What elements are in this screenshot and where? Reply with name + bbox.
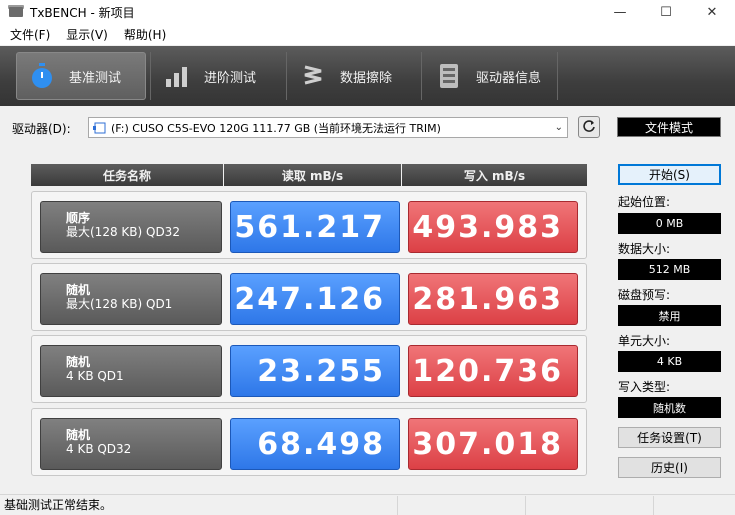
tab-label: 数据擦除 bbox=[340, 70, 393, 86]
table-row: 随机 最大(128 KB) QD1 247.126 281.963 bbox=[31, 263, 587, 331]
status-segment bbox=[526, 495, 654, 515]
menu-help[interactable]: 帮助(H) bbox=[114, 26, 172, 43]
tab-label: 基准测试 bbox=[69, 70, 122, 86]
task-params: 最大(128 KB) QD32 bbox=[66, 225, 180, 239]
table-row: 随机 4 KB QD32 68.498 307.018 bbox=[31, 408, 587, 476]
chevron-down-icon[interactable]: ⌄ bbox=[555, 122, 563, 133]
tab-advanced[interactable]: 进阶测试 bbox=[152, 52, 282, 100]
start-position-value[interactable]: 0 MB bbox=[618, 213, 721, 234]
minimize-button[interactable]: — bbox=[597, 0, 643, 24]
read-result: 247.126 bbox=[230, 273, 400, 325]
data-size-label: 数据大小: bbox=[618, 242, 671, 256]
task-type: 随机 bbox=[66, 355, 91, 369]
data-size-value[interactable]: 512 MB bbox=[618, 259, 721, 280]
task-settings-button[interactable]: 任务设置(T) bbox=[618, 427, 721, 448]
precondition-label: 磁盘预写: bbox=[618, 288, 671, 302]
erase-icon bbox=[300, 63, 326, 89]
tab-drive-info[interactable]: 驱动器信息 bbox=[424, 52, 556, 100]
task-type: 顺序 bbox=[66, 211, 91, 225]
app-icon bbox=[8, 5, 24, 19]
close-button[interactable]: ✕ bbox=[689, 0, 735, 24]
header-write: 写入 mB/s bbox=[402, 164, 587, 186]
start-button[interactable]: 开始(S) bbox=[618, 164, 721, 185]
header-task-name: 任务名称 bbox=[31, 164, 223, 186]
maximize-button[interactable]: ☐ bbox=[643, 0, 689, 24]
unit-size-label: 单元大小: bbox=[618, 334, 671, 348]
drive-icon bbox=[93, 122, 107, 134]
drive-info-icon bbox=[436, 63, 462, 89]
file-mode-button[interactable]: 文件模式 bbox=[617, 117, 721, 137]
refresh-icon bbox=[582, 119, 596, 136]
history-button[interactable]: 历史(I) bbox=[618, 457, 721, 478]
task-name-button[interactable]: 随机 最大(128 KB) QD1 bbox=[40, 273, 222, 325]
task-params: 4 KB QD1 bbox=[66, 369, 124, 383]
bar-chart-icon bbox=[164, 63, 190, 89]
drive-selected-value: (F:) CUSO C5S-EVO 120G 111.77 GB (当前环境无法… bbox=[111, 121, 441, 135]
write-result: 307.018 bbox=[408, 418, 578, 470]
header-read: 读取 mB/s bbox=[224, 164, 401, 186]
status-bar: 基础测试正常结束。 bbox=[0, 494, 735, 515]
read-result: 68.498 bbox=[230, 418, 400, 470]
tab-label: 驱动器信息 bbox=[476, 70, 542, 86]
precondition-value[interactable]: 禁用 bbox=[618, 305, 721, 326]
tab-benchmark[interactable]: 基准测试 bbox=[16, 52, 146, 100]
tab-label: 进阶测试 bbox=[204, 70, 257, 86]
task-name-button[interactable]: 随机 4 KB QD32 bbox=[40, 418, 222, 470]
title-bar: TxBENCH - 新项目 — ☐ ✕ bbox=[0, 0, 735, 24]
status-text: 基础测试正常结束。 bbox=[0, 495, 398, 515]
menu-file[interactable]: 文件(F) bbox=[0, 26, 56, 43]
read-result: 561.217 bbox=[230, 201, 400, 253]
menu-view[interactable]: 显示(V) bbox=[56, 26, 114, 43]
drive-label: 驱动器(D): bbox=[12, 121, 71, 136]
stopwatch-icon bbox=[29, 63, 55, 89]
window-title: TxBENCH - 新项目 bbox=[30, 5, 135, 20]
task-name-button[interactable]: 随机 4 KB QD1 bbox=[40, 345, 222, 397]
drive-select[interactable]: (F:) CUSO C5S-EVO 120G 111.77 GB (当前环境无法… bbox=[88, 117, 568, 138]
status-segment bbox=[398, 495, 526, 515]
write-type-label: 写入类型: bbox=[618, 380, 671, 394]
table-row: 随机 4 KB QD1 23.255 120.736 bbox=[31, 335, 587, 403]
write-result: 120.736 bbox=[408, 345, 578, 397]
task-params: 4 KB QD32 bbox=[66, 442, 132, 456]
task-params: 最大(128 KB) QD1 bbox=[66, 297, 173, 311]
write-type-value[interactable]: 随机数 bbox=[618, 397, 721, 418]
unit-size-value[interactable]: 4 KB bbox=[618, 351, 721, 372]
tab-bar: 基准测试 进阶测试 数据擦除 驱动器信息 bbox=[0, 46, 735, 106]
menu-bar: 文件(F) 显示(V) 帮助(H) bbox=[0, 24, 735, 46]
drive-row: 驱动器(D): bbox=[12, 117, 90, 139]
task-type: 随机 bbox=[66, 283, 91, 297]
refresh-button[interactable] bbox=[578, 116, 600, 138]
start-position-label: 起始位置: bbox=[618, 195, 671, 209]
task-name-button[interactable]: 顺序 最大(128 KB) QD32 bbox=[40, 201, 222, 253]
task-type: 随机 bbox=[66, 428, 91, 442]
write-result: 281.963 bbox=[408, 273, 578, 325]
write-result: 493.983 bbox=[408, 201, 578, 253]
tab-erase[interactable]: 数据擦除 bbox=[288, 52, 418, 100]
read-result: 23.255 bbox=[230, 345, 400, 397]
table-row: 顺序 最大(128 KB) QD32 561.217 493.983 bbox=[31, 191, 587, 259]
